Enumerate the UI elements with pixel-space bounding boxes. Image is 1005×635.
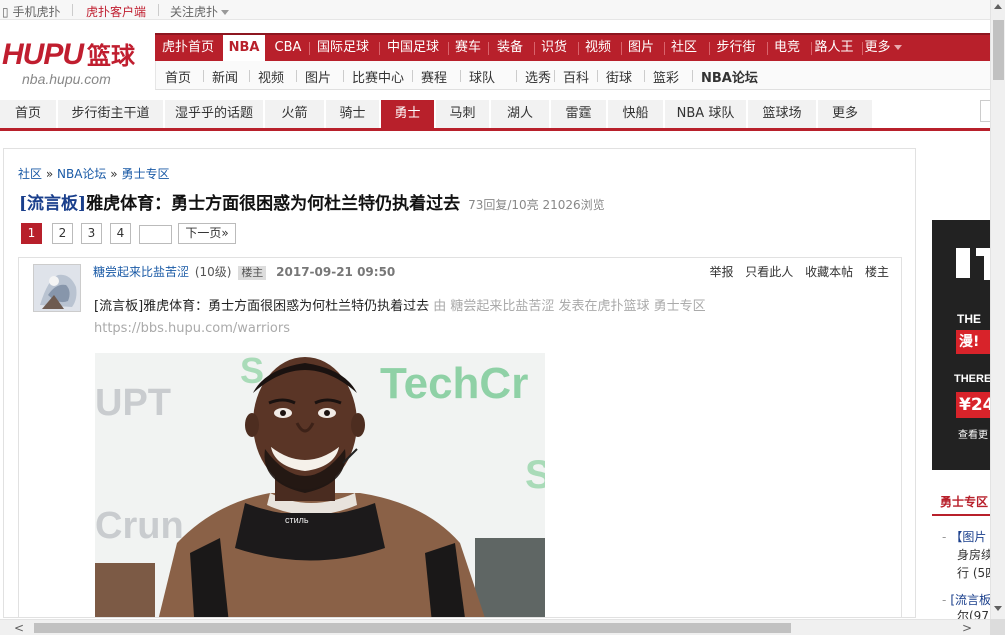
horizontal-scrollbar[interactable]: < > (0, 619, 990, 635)
vertical-scroll-thumb[interactable] (993, 20, 1004, 80)
photo-sign-techcrunch: TechCr (380, 359, 528, 408)
rail-link-1-line-3[interactable]: 行 (5四 (957, 563, 990, 583)
scrollbar-corner (990, 619, 1005, 635)
client-link[interactable]: 虎扑客户端 (86, 3, 146, 20)
sub-nav-item[interactable]: 百科 (563, 67, 589, 86)
rail-link-1[interactable]: - 【图片 (942, 527, 990, 547)
top-utility-bar: ▯ 手机虎扑 虎扑客户端 关注虎扑 (0, 0, 990, 20)
sub-nav-item[interactable]: 视频 (258, 67, 284, 86)
sub-nav-item[interactable]: 首页 (165, 67, 191, 86)
post: 糖尝起来比盐苦涩 (10级) 楼主 2017-09-21 09:50 举报 只看… (18, 257, 902, 617)
favorite-button[interactable]: 收藏本帖 (805, 265, 853, 279)
rail-link-1-line-2[interactable]: 身房续 (957, 545, 990, 565)
team-nav-item[interactable]: 雷霆 (551, 100, 607, 128)
sub-nav-item[interactable]: 选秀 (525, 67, 551, 86)
floor-label: 楼主 (864, 265, 889, 279)
page-jump-input[interactable] (139, 225, 172, 244)
chevron-down-icon (221, 10, 230, 15)
breadcrumb: 社区 » NBA论坛 » 勇士专区 (18, 167, 170, 181)
sub-nav-item[interactable]: NBA论坛 (701, 67, 758, 86)
sub-nav-item[interactable]: 新闻 (212, 67, 238, 86)
main-nav-item[interactable]: 社区 (665, 35, 703, 61)
next-page-button[interactable]: 下一页» (178, 223, 236, 244)
author-line: 糖尝起来比盐苦涩 (10级) 楼主 2017-09-21 09:50 (93, 263, 395, 280)
main-nav: 虎扑首页 NBA CBA 国际足球 中国足球 赛车 装备 识货 视频 图片 社区 步行街 电竞 路人王 更多 (155, 33, 990, 63)
post-actions: 举报 只看此人 收藏本帖 楼主 (701, 263, 889, 280)
sub-nav: 首页 新闻 视频 图片 比赛中心 赛程 球队 选秀 百科 街球 篮彩 NBA论坛 (155, 61, 990, 90)
main-nav-item[interactable]: NBA (223, 35, 265, 63)
mobile-icon: ▯ (2, 5, 9, 19)
author-level: (10级) (194, 265, 232, 279)
main-nav-item[interactable]: CBA (269, 35, 307, 61)
main-nav-item[interactable]: 视频 (579, 35, 617, 61)
post-time: 2017-09-21 09:50 (276, 265, 396, 279)
mobile-link[interactable]: ▯ 手机虎扑 (2, 3, 60, 20)
vertical-scrollbar[interactable] (990, 0, 1005, 619)
ad-banner[interactable]: THE 漫! THERE ¥24 查看更 (932, 220, 990, 470)
thread-tag[interactable]: [流言板] (19, 194, 86, 214)
scroll-right-icon[interactable]: > (962, 622, 972, 634)
team-nav-item[interactable]: 步行街主干道 (58, 100, 164, 128)
team-nav-item[interactable]: NBA 球队 (665, 100, 747, 128)
jacket-text: стиль (285, 515, 309, 525)
team-nav-item[interactable]: 马刺 (436, 100, 490, 128)
sub-nav-item[interactable]: 球队 (469, 67, 495, 86)
main-nav-item[interactable]: 电竞 (768, 35, 806, 61)
scroll-left-icon[interactable]: < (14, 622, 24, 634)
sub-nav-item[interactable]: 赛程 (421, 67, 447, 86)
only-author-button[interactable]: 只看此人 (745, 265, 793, 279)
team-nav-item[interactable]: 勇士 (381, 100, 435, 128)
svg-text:Crun: Crun (95, 505, 184, 547)
sub-nav-item[interactable]: 街球 (606, 67, 632, 86)
main-nav-item[interactable]: 步行街 (710, 35, 762, 61)
team-nav-item[interactable]: 更多 (818, 100, 873, 128)
author-name[interactable]: 糖尝起来比盐苦涩 (93, 265, 189, 279)
team-nav-item[interactable]: 首页 (0, 100, 57, 128)
avatar[interactable] (33, 264, 81, 312)
post-body: [流言板]雅虎体育：勇士方面很困惑为何杜兰特仍执着过去 由 糖尝起来比盐苦涩 发… (94, 299, 706, 336)
team-nav-item[interactable]: 湿乎乎的话题 (165, 100, 264, 128)
main-nav-item[interactable]: 识货 (535, 35, 573, 61)
sub-nav-item[interactable]: 比赛中心 (352, 67, 404, 86)
page-1[interactable]: 1 (21, 223, 42, 244)
team-nav-item[interactable]: 湖人 (491, 100, 550, 128)
main-nav-item[interactable]: 国际足球 (310, 35, 376, 61)
sub-nav-item[interactable]: 篮彩 (653, 67, 679, 86)
report-button[interactable]: 举报 (709, 265, 733, 279)
svg-text:UPT: UPT (95, 382, 171, 424)
ad-view-button[interactable]: 查看更 (958, 426, 988, 441)
horizontal-scroll-thumb[interactable] (34, 623, 791, 633)
page-title: [流言板]雅虎体育：勇士方面很困惑为何杜兰特仍执着过去 73回复/10亮 2102… (19, 194, 605, 214)
main-nav-item[interactable]: 赛车 (449, 35, 487, 61)
team-nav-item[interactable]: 篮球场 (748, 100, 817, 128)
team-nav-item[interactable]: 快船 (608, 100, 664, 128)
team-nav: 首页 步行街主干道 湿乎乎的话题 火箭 骑士 勇士 马刺 湖人 雷霆 快船 NBA 球队 篮球场 更多 (0, 100, 990, 131)
main-nav-item[interactable]: 图片 (622, 35, 660, 61)
follow-menu[interactable]: 关注虎扑 (170, 3, 230, 20)
team-nav-item[interactable]: 火箭 (265, 100, 325, 128)
thread-stats: 73回复/10亮 21026浏览 (468, 198, 605, 212)
main-nav-item[interactable]: 路人王 (812, 35, 856, 61)
site-logo[interactable]: HUPU 篮球 nba.hupu.com (2, 36, 135, 88)
main-nav-item[interactable]: 更多 (863, 35, 903, 61)
sub-nav-item[interactable]: 图片 (305, 67, 331, 86)
page-2[interactable]: 2 (52, 223, 73, 244)
main-nav-item[interactable]: 虎扑首页 (155, 35, 221, 61)
main-nav-item[interactable]: 中国足球 (380, 35, 446, 61)
breadcrumb-nba-forum[interactable]: NBA论坛 (57, 167, 106, 181)
thread-content: 社区 » NBA论坛 » 勇士专区 [流言板]雅虎体育：勇士方面很困惑为何杜兰特… (3, 148, 916, 618)
op-badge: 楼主 (238, 266, 267, 280)
breadcrumb-community[interactable]: 社区 (18, 167, 42, 181)
page-3[interactable]: 3 (81, 223, 102, 244)
post-photo[interactable]: TechCr UPT Crun S S стиль (95, 353, 545, 617)
svg-text:S: S (525, 453, 545, 497)
breadcrumb-warriors[interactable]: 勇士专区 (121, 167, 169, 181)
scroll-down-icon[interactable] (994, 606, 1002, 611)
scroll-up-icon[interactable] (994, 4, 1002, 9)
page-4[interactable]: 4 (110, 223, 131, 244)
team-nav-item[interactable]: 骑士 (326, 100, 380, 128)
rail-section-title: 勇士专区 (932, 490, 990, 516)
main-nav-item[interactable]: 装备 (489, 35, 531, 61)
chevron-down-icon (893, 45, 902, 50)
